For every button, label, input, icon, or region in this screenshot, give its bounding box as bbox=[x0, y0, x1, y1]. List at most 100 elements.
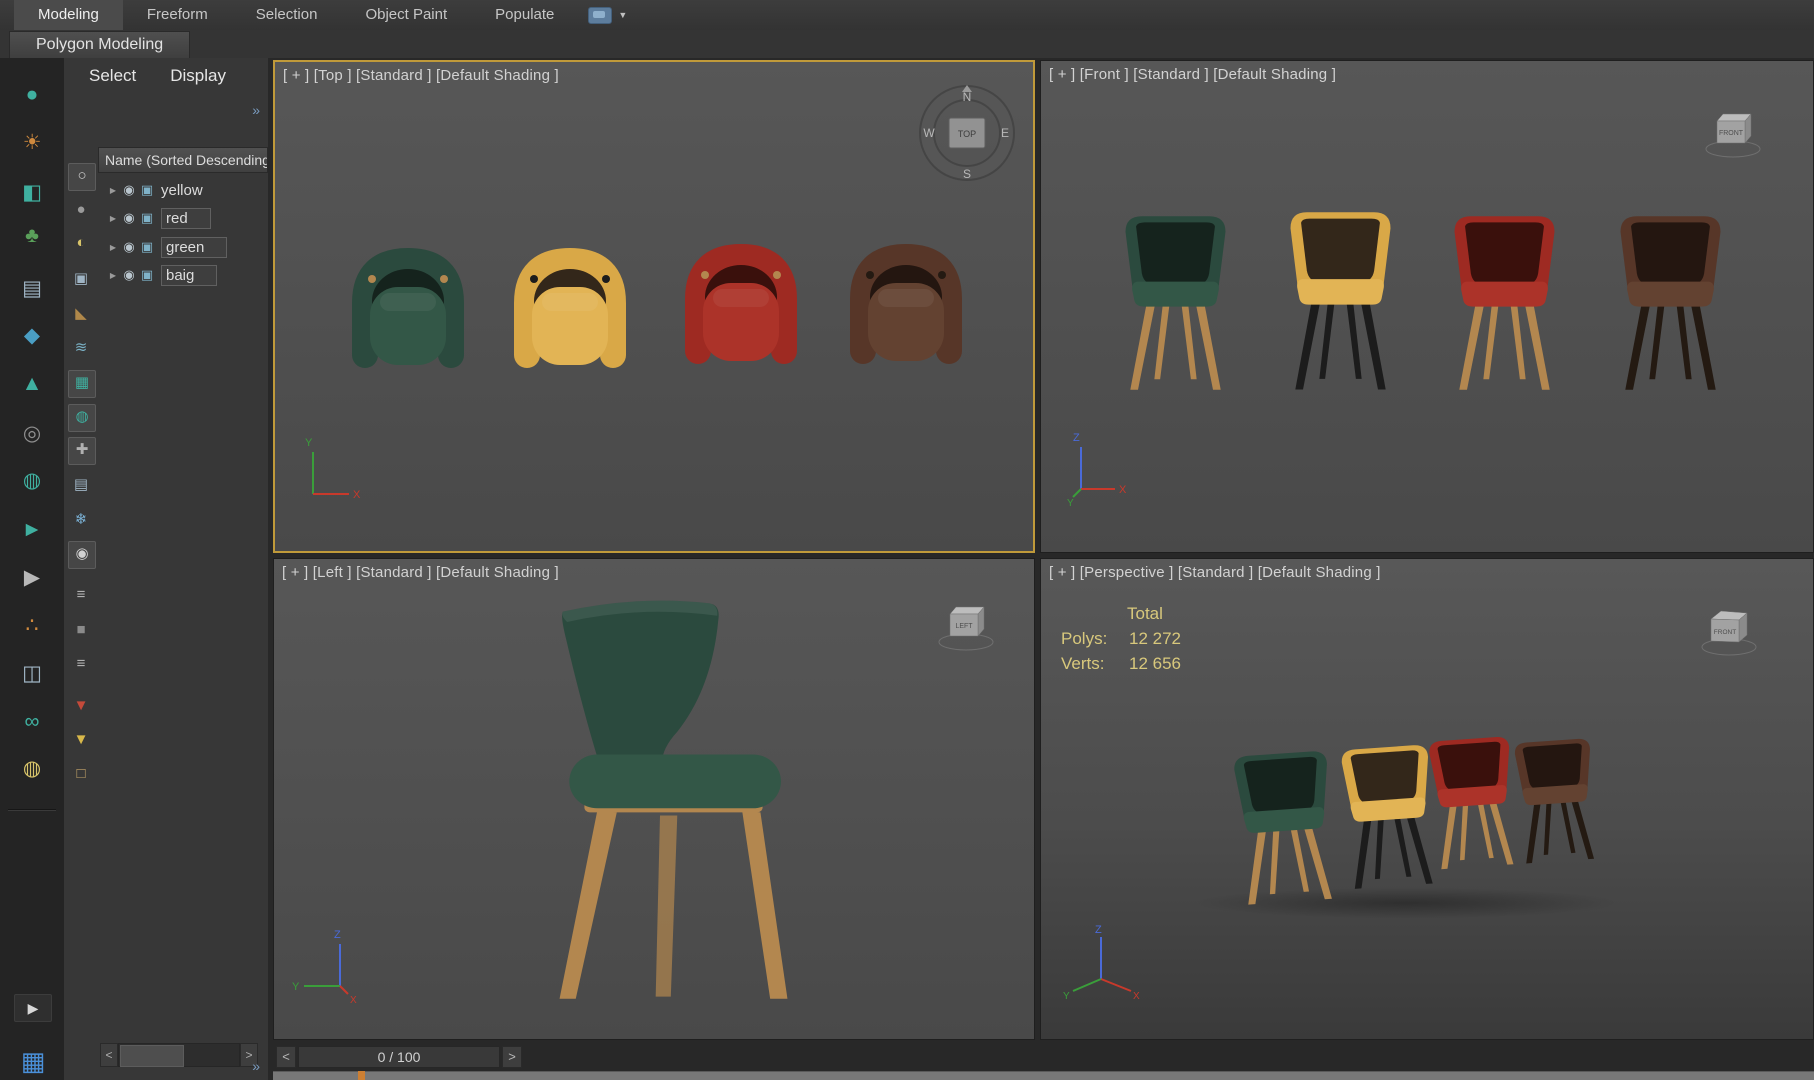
svg-text:Y: Y bbox=[1063, 991, 1070, 1001]
viewcube-gizmo[interactable]: FRONT bbox=[1697, 599, 1761, 663]
tab-object-paint[interactable]: Object Paint bbox=[341, 0, 471, 30]
tree-icon[interactable]: ♣ bbox=[0, 219, 64, 253]
item-label[interactable]: red bbox=[161, 207, 211, 229]
tab-freeform[interactable]: Freeform bbox=[123, 0, 232, 30]
list-item[interactable]: ▶ ◉ ▣ baig bbox=[98, 261, 268, 289]
cone-icon[interactable]: ▲ bbox=[0, 367, 64, 401]
viewport-label[interactable]: [ + ] [Left ] [Standard ] [Default Shadi… bbox=[282, 564, 559, 581]
expand-arrow-icon[interactable]: ▶ bbox=[106, 243, 120, 252]
item-label[interactable]: baig bbox=[161, 264, 218, 286]
sun-gizmo-icon[interactable]: ☀ bbox=[0, 126, 64, 160]
chair-brown-front[interactable] bbox=[1608, 211, 1733, 398]
eye-icon[interactable]: ◉ bbox=[120, 182, 138, 198]
camera-icon[interactable]: ◧ bbox=[0, 176, 64, 210]
time-slider-track[interactable] bbox=[273, 1071, 1814, 1080]
filter-waves-icon[interactable]: ≋ bbox=[68, 335, 94, 361]
filter-camera-icon[interactable]: ▣ bbox=[68, 266, 94, 292]
previous-frame-button[interactable]: < bbox=[276, 1046, 296, 1068]
filter-square-icon[interactable]: ■ bbox=[68, 617, 94, 643]
chair-red-top[interactable] bbox=[671, 235, 811, 375]
chair-red-front[interactable] bbox=[1442, 211, 1567, 398]
filter-geometry-icon[interactable]: ▦ bbox=[68, 370, 96, 398]
viewport-label[interactable]: [ + ] [Top ] [Standard ] [Default Shadin… bbox=[283, 67, 559, 84]
item-label[interactable]: green bbox=[161, 236, 228, 258]
expand-arrow-icon[interactable]: ▶ bbox=[106, 214, 120, 223]
viewport-perspective[interactable]: [ + ] [Perspective ] [Standard ] [Defaul… bbox=[1040, 558, 1814, 1040]
axis-tripod: Z X Y bbox=[1067, 432, 1127, 507]
tab-populate[interactable]: Populate bbox=[471, 0, 578, 30]
expand-arrow-icon[interactable]: ▶ bbox=[106, 271, 120, 280]
viewport-left[interactable]: [ + ] [Left ] [Standard ] [Default Shadi… bbox=[273, 558, 1035, 1040]
viewport-top[interactable]: [ + ] [Top ] [Standard ] [Default Shadin… bbox=[273, 60, 1035, 553]
chair-yellow-perspective[interactable] bbox=[1330, 739, 1448, 896]
chair-green-front[interactable] bbox=[1113, 211, 1238, 398]
explorer-menubar: Select Display bbox=[89, 66, 226, 86]
panel-polygon-modeling[interactable]: Polygon Modeling bbox=[9, 31, 191, 58]
list-item[interactable]: ▶ ◉ ▣ green bbox=[98, 233, 268, 261]
filter-sphere-icon[interactable]: ● bbox=[68, 197, 94, 223]
viewport-label[interactable]: [ + ] [Perspective ] [Standard ] [Defaul… bbox=[1049, 564, 1381, 581]
stats-verts-value: 12 656 bbox=[1129, 654, 1181, 673]
horizontal-scrollbar[interactable] bbox=[118, 1043, 240, 1067]
viewcube-gizmo[interactable]: LEFT bbox=[934, 594, 998, 658]
ui-palette-icon[interactable]: ▦ bbox=[18, 1046, 48, 1076]
eye-icon[interactable]: ◉ bbox=[120, 267, 138, 283]
item-label[interactable]: yellow bbox=[161, 182, 203, 199]
scrollbar-thumb[interactable] bbox=[120, 1045, 184, 1067]
ribbon-overflow-button[interactable]: ▼ bbox=[578, 0, 637, 30]
filter-panel-icon[interactable]: ▤ bbox=[68, 472, 94, 498]
chair-green-top[interactable] bbox=[338, 239, 478, 379]
filter-pin-icon[interactable]: ▼ bbox=[68, 693, 94, 719]
menu-display[interactable]: Display bbox=[170, 66, 226, 86]
media-play-icon[interactable]: ▶ bbox=[0, 561, 64, 595]
move-tool-icon[interactable]: ► bbox=[0, 513, 64, 547]
viewport-label[interactable]: [ + ] [Front ] [Standard ] [Default Shad… bbox=[1049, 66, 1336, 83]
filter-ruler-icon[interactable]: ◣ bbox=[68, 301, 94, 327]
column-header-name[interactable]: Name (Sorted Descending) bbox=[98, 147, 268, 173]
tab-selection[interactable]: Selection bbox=[232, 0, 342, 30]
bulb-icon[interactable]: ◍ bbox=[0, 752, 64, 786]
svg-text:Y: Y bbox=[305, 437, 313, 449]
eye-icon[interactable]: ◉ bbox=[120, 210, 138, 226]
filter-snowflake-icon[interactable]: ❄ bbox=[68, 507, 94, 533]
chair-green-perspective[interactable] bbox=[1222, 745, 1349, 913]
chair-brown-top[interactable] bbox=[836, 235, 976, 375]
time-slider-marker[interactable] bbox=[358, 1071, 365, 1080]
populate-people-icon[interactable]: ∴ bbox=[0, 609, 64, 643]
list-item[interactable]: ▶ ◉ ▣ red bbox=[98, 204, 268, 232]
list-item[interactable]: ▶ ◉ ▣ yellow bbox=[98, 176, 268, 204]
expand-play-button[interactable]: ▶ bbox=[14, 994, 52, 1022]
sphere-project-icon[interactable]: ◍ bbox=[0, 464, 64, 498]
filter-crate-icon[interactable]: □ bbox=[68, 761, 94, 787]
chair-green-side[interactable] bbox=[498, 593, 822, 1007]
expand-arrow-icon[interactable]: ▶ bbox=[106, 186, 120, 195]
filter-circle-icon[interactable]: ○ bbox=[68, 163, 96, 191]
eye-icon[interactable]: ◉ bbox=[120, 239, 138, 255]
filter-eye-icon[interactable]: ◉ bbox=[68, 541, 96, 569]
viewport-front[interactable]: [ + ] [Front ] [Standard ] [Default Shad… bbox=[1040, 60, 1814, 553]
filter-notes-icon[interactable]: ≡ bbox=[68, 651, 94, 677]
chair-yellow-front[interactable] bbox=[1278, 207, 1403, 398]
filter-list-icon[interactable]: ≡ bbox=[68, 582, 94, 608]
goggles-icon[interactable]: ∞ bbox=[0, 705, 64, 739]
next-frame-button[interactable]: > bbox=[502, 1046, 522, 1068]
panel-list-icon[interactable]: ▤ bbox=[0, 272, 64, 306]
panel-expand-chevron[interactable]: » bbox=[252, 102, 260, 118]
viewcube-gizmo[interactable]: FRONT bbox=[1701, 101, 1765, 165]
panel-expand-chevron[interactable]: » bbox=[252, 1058, 260, 1074]
viewcube-compass[interactable]: N E S W TOP bbox=[917, 83, 1017, 183]
object-type-icon: ▣ bbox=[140, 182, 154, 197]
pointer-ball-icon[interactable]: ● bbox=[0, 78, 64, 112]
ink-drop-icon[interactable]: ◆ bbox=[0, 319, 64, 353]
tab-modeling[interactable]: Modeling bbox=[14, 0, 123, 30]
filter-wrench-icon[interactable]: ✚ bbox=[68, 437, 96, 465]
torus-icon[interactable]: ◎ bbox=[0, 417, 64, 451]
filter-globe-icon[interactable]: ◍ bbox=[68, 404, 96, 432]
split-window-icon[interactable]: ◫ bbox=[0, 657, 64, 691]
filter-funnel-icon[interactable]: ▼ bbox=[68, 727, 94, 753]
frame-indicator[interactable]: 0 / 100 bbox=[298, 1046, 500, 1068]
filter-light-icon[interactable]: ◐ bbox=[68, 230, 94, 256]
svg-text:TOP: TOP bbox=[958, 129, 976, 139]
scroll-left-button[interactable]: < bbox=[100, 1043, 118, 1067]
chair-yellow-top[interactable] bbox=[500, 239, 640, 379]
